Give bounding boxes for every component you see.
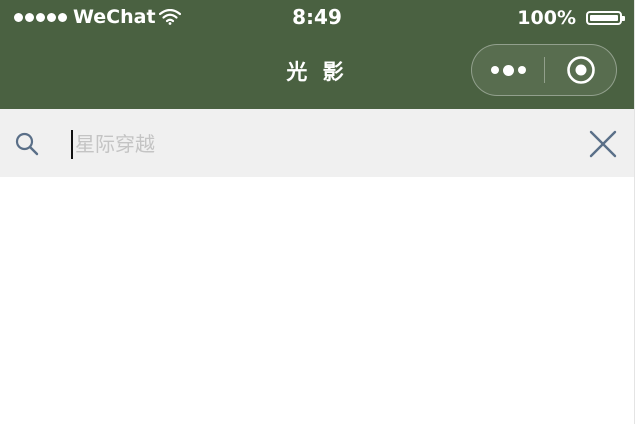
battery-percent: 100% (517, 7, 576, 29)
text-caret (71, 130, 73, 159)
miniprogram-capsule (471, 44, 617, 96)
app-screen: WeChat 8:49 100% 光 影 (0, 0, 635, 424)
results-area (0, 177, 634, 424)
more-button[interactable] (472, 45, 544, 95)
clear-icon[interactable] (589, 130, 617, 158)
close-target-icon (567, 56, 595, 84)
battery-indicator: 100% (517, 7, 625, 29)
top-bar: WeChat 8:49 100% 光 影 (0, 0, 634, 109)
battery-icon (586, 11, 625, 25)
search-icon (15, 132, 39, 156)
status-bar: WeChat 8:49 100% (0, 0, 634, 36)
search-input[interactable] (75, 125, 555, 163)
close-miniprogram-button[interactable] (545, 45, 617, 95)
more-icon (490, 66, 499, 74)
